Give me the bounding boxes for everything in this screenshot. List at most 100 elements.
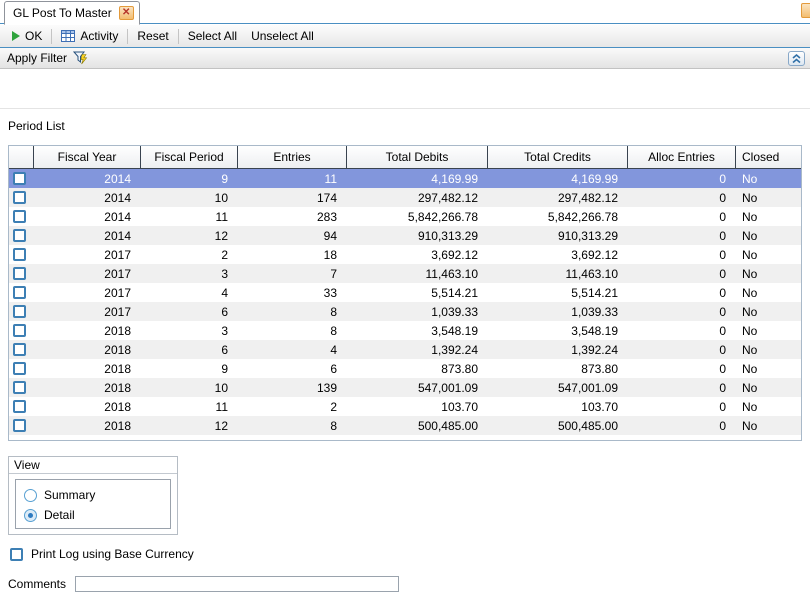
radio-summary-label: Summary bbox=[44, 488, 95, 502]
row-checkbox-icon[interactable] bbox=[13, 419, 26, 432]
toolbar-separator bbox=[178, 29, 179, 44]
cell-alloc-entries: 0 bbox=[628, 248, 736, 262]
unselect-all-button[interactable]: Unselect All bbox=[244, 27, 321, 45]
table-row[interactable]: 2017 3 7 11,463.10 11,463.10 0 No bbox=[9, 264, 801, 283]
table-row[interactable]: 2017 2 18 3,692.12 3,692.12 0 No bbox=[9, 245, 801, 264]
grid-header-total-debits[interactable]: Total Debits bbox=[347, 146, 488, 168]
chevron-double-up-icon[interactable] bbox=[788, 51, 805, 66]
table-row[interactable]: 2018 6 4 1,392.24 1,392.24 0 No bbox=[9, 340, 801, 359]
table-row[interactable]: 2018 9 6 873.80 873.80 0 No bbox=[9, 359, 801, 378]
print-log-label: Print Log using Base Currency bbox=[31, 547, 194, 561]
cell-fiscal-period: 4 bbox=[141, 286, 238, 300]
comments-input[interactable] bbox=[75, 576, 399, 592]
print-log-checkbox-icon[interactable] bbox=[10, 548, 23, 561]
cell-alloc-entries: 0 bbox=[628, 419, 736, 433]
row-checkbox-icon[interactable] bbox=[13, 248, 26, 261]
filter-lightning-icon[interactable] bbox=[73, 51, 88, 65]
cell-closed: No bbox=[736, 343, 801, 357]
tab-title: GL Post To Master bbox=[13, 6, 112, 20]
radio-detail[interactable]: Detail bbox=[24, 505, 170, 525]
row-checkbox-icon[interactable] bbox=[13, 172, 26, 185]
row-checkbox-icon[interactable] bbox=[13, 286, 26, 299]
row-select-cell[interactable] bbox=[9, 229, 34, 242]
cell-closed: No bbox=[736, 286, 801, 300]
grid-header-fiscal-year[interactable]: Fiscal Year bbox=[34, 146, 141, 168]
table-row[interactable]: 2018 10 139 547,001.09 547,001.09 0 No bbox=[9, 378, 801, 397]
row-select-cell[interactable] bbox=[9, 172, 34, 185]
cell-total-debits: 5,514.21 bbox=[347, 286, 488, 300]
table-row[interactable]: 2018 12 8 500,485.00 500,485.00 0 No bbox=[9, 416, 801, 435]
row-checkbox-icon[interactable] bbox=[13, 229, 26, 242]
cell-total-debits: 3,548.19 bbox=[347, 324, 488, 338]
radio-icon[interactable] bbox=[24, 489, 37, 502]
table-row[interactable]: 2017 6 8 1,039.33 1,039.33 0 No bbox=[9, 302, 801, 321]
cell-alloc-entries: 0 bbox=[628, 172, 736, 186]
cell-entries: 4 bbox=[238, 343, 347, 357]
cell-fiscal-year: 2018 bbox=[34, 324, 141, 338]
row-checkbox-icon[interactable] bbox=[13, 267, 26, 280]
grid-header-total-credits[interactable]: Total Credits bbox=[488, 146, 628, 168]
cell-fiscal-period: 10 bbox=[141, 191, 238, 205]
cell-total-debits: 5,842,266.78 bbox=[347, 210, 488, 224]
table-row[interactable]: 2014 10 174 297,482.12 297,482.12 0 No bbox=[9, 188, 801, 207]
cell-fiscal-year: 2017 bbox=[34, 267, 141, 281]
cell-entries: 8 bbox=[238, 305, 347, 319]
play-icon bbox=[12, 31, 20, 41]
cell-total-credits: 3,548.19 bbox=[488, 324, 628, 338]
grid-header-entries[interactable]: Entries bbox=[238, 146, 347, 168]
radio-icon[interactable] bbox=[24, 509, 37, 522]
row-select-cell[interactable] bbox=[9, 267, 34, 280]
cell-total-debits: 873.80 bbox=[347, 362, 488, 376]
cell-total-debits: 3,692.12 bbox=[347, 248, 488, 262]
print-log-row[interactable]: Print Log using Base Currency bbox=[10, 547, 194, 561]
grid-header-closed[interactable]: Closed bbox=[736, 146, 801, 168]
apply-filter-title: Apply Filter bbox=[7, 51, 67, 65]
toolbar: OK Activity Reset Select All Unselect Al… bbox=[0, 25, 810, 48]
row-checkbox-icon[interactable] bbox=[13, 343, 26, 356]
table-row[interactable]: 2014 12 94 910,313.29 910,313.29 0 No bbox=[9, 226, 801, 245]
cell-total-credits: 873.80 bbox=[488, 362, 628, 376]
table-row[interactable]: 2017 4 33 5,514.21 5,514.21 0 No bbox=[9, 283, 801, 302]
row-checkbox-icon[interactable] bbox=[13, 362, 26, 375]
cell-closed: No bbox=[736, 229, 801, 243]
row-select-cell[interactable] bbox=[9, 381, 34, 394]
radio-detail-label: Detail bbox=[44, 508, 75, 522]
close-icon[interactable]: ✕ bbox=[119, 6, 134, 20]
cell-fiscal-period: 2 bbox=[141, 248, 238, 262]
row-select-cell[interactable] bbox=[9, 191, 34, 204]
table-row[interactable]: 2018 11 2 103.70 103.70 0 No bbox=[9, 397, 801, 416]
ok-button-label: OK bbox=[25, 29, 42, 43]
table-row[interactable]: 2018 3 8 3,548.19 3,548.19 0 No bbox=[9, 321, 801, 340]
grid-header-fiscal-period[interactable]: Fiscal Period bbox=[141, 146, 238, 168]
reset-button[interactable]: Reset bbox=[130, 27, 175, 45]
ok-button[interactable]: OK bbox=[5, 27, 49, 45]
activity-button-label: Activity bbox=[80, 29, 118, 43]
cell-fiscal-year: 2014 bbox=[34, 229, 141, 243]
row-select-cell[interactable] bbox=[9, 343, 34, 356]
tab-gl-post-to-master[interactable]: GL Post To Master ✕ bbox=[4, 1, 140, 25]
view-group: View Summary Detail bbox=[8, 456, 178, 535]
table-row[interactable]: 2014 9 11 4,169.99 4,169.99 0 No bbox=[9, 169, 801, 188]
row-select-cell[interactable] bbox=[9, 324, 34, 337]
row-checkbox-icon[interactable] bbox=[13, 191, 26, 204]
row-select-cell[interactable] bbox=[9, 305, 34, 318]
grid-header-alloc-entries[interactable]: Alloc Entries bbox=[628, 146, 736, 168]
activity-button[interactable]: Activity bbox=[54, 27, 125, 45]
row-select-cell[interactable] bbox=[9, 210, 34, 223]
select-all-button[interactable]: Select All bbox=[181, 27, 244, 45]
row-select-cell[interactable] bbox=[9, 419, 34, 432]
row-checkbox-icon[interactable] bbox=[13, 305, 26, 318]
row-checkbox-icon[interactable] bbox=[13, 381, 26, 394]
table-row[interactable]: 2014 11 283 5,842,266.78 5,842,266.78 0 … bbox=[9, 207, 801, 226]
row-checkbox-icon[interactable] bbox=[13, 210, 26, 223]
row-select-cell[interactable] bbox=[9, 286, 34, 299]
row-select-cell[interactable] bbox=[9, 248, 34, 261]
row-checkbox-icon[interactable] bbox=[13, 324, 26, 337]
radio-summary[interactable]: Summary bbox=[24, 485, 170, 505]
cell-total-debits: 4,169.99 bbox=[347, 172, 488, 186]
row-select-cell[interactable] bbox=[9, 362, 34, 375]
cell-alloc-entries: 0 bbox=[628, 305, 736, 319]
row-checkbox-icon[interactable] bbox=[13, 400, 26, 413]
corner-icon[interactable] bbox=[801, 3, 810, 18]
row-select-cell[interactable] bbox=[9, 400, 34, 413]
